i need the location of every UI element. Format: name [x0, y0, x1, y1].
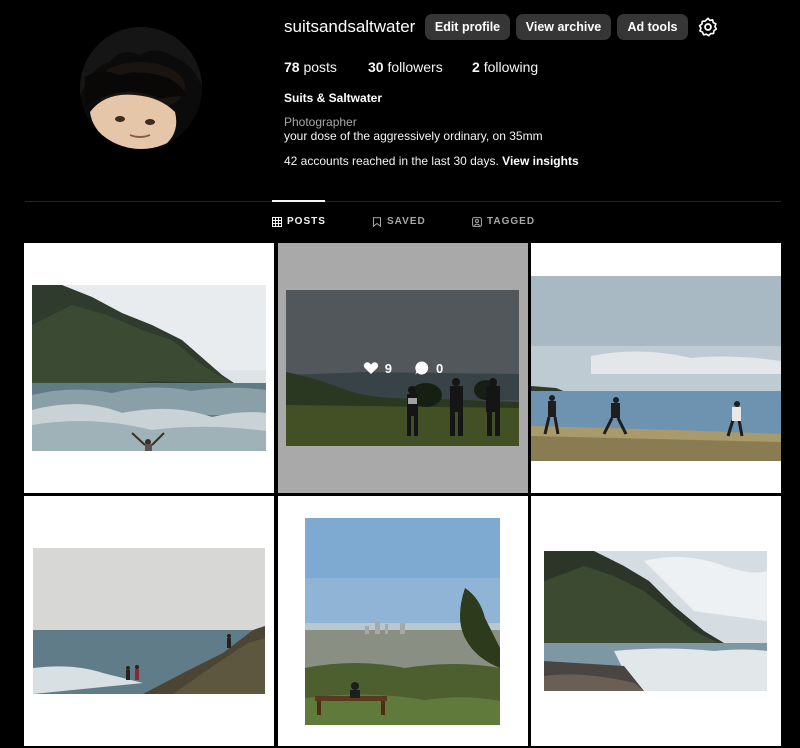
- profile-avatar[interactable]: [80, 27, 202, 149]
- tab-tagged[interactable]: TAGGED: [472, 216, 535, 227]
- posts-count-stat: 78 posts: [284, 59, 337, 75]
- tab-saved-label: SAVED: [387, 216, 426, 227]
- post-tile-hovered[interactable]: 9 0: [278, 243, 528, 493]
- view-archive-button[interactable]: View archive: [516, 14, 611, 40]
- insights-line: 42 accounts reached in the last 30 days.…: [284, 154, 579, 168]
- profile-bio: your dose of the aggressively ordinary, …: [284, 129, 543, 143]
- profile-username: suitsandsaltwater: [284, 17, 416, 36]
- post-tile[interactable]: [531, 496, 781, 746]
- edit-profile-button[interactable]: Edit profile: [425, 14, 510, 40]
- following-count: 2: [472, 59, 480, 75]
- posts-count: 78: [284, 59, 300, 75]
- followers-label: followers: [387, 59, 443, 75]
- view-insights-link[interactable]: View insights: [502, 154, 578, 168]
- tab-tagged-label: TAGGED: [487, 216, 536, 227]
- profile-full-name: Suits & Saltwater: [284, 91, 383, 105]
- ad-tools-button[interactable]: Ad tools: [617, 14, 688, 40]
- post-photo: [531, 276, 781, 461]
- active-tab-indicator: [272, 200, 325, 202]
- grid-icon: [272, 216, 282, 227]
- post-photo: [32, 285, 266, 451]
- tab-saved[interactable]: SAVED: [372, 216, 426, 227]
- tab-posts-label: POSTS: [287, 216, 326, 227]
- post-hover-overlay: 9 0: [278, 243, 528, 493]
- tab-posts[interactable]: POSTS: [272, 216, 326, 227]
- likes-count: 9: [384, 360, 392, 376]
- followers-count: 30: [368, 59, 384, 75]
- comments-count: 0: [436, 360, 444, 376]
- comments-count-item: 0: [414, 360, 443, 376]
- following-stat[interactable]: 2 following: [472, 59, 538, 75]
- post-tile[interactable]: [24, 243, 274, 493]
- insights-text: 42 accounts reached in the last 30 days.: [284, 154, 499, 168]
- likes-count-item: 9: [363, 360, 392, 376]
- following-label: following: [483, 59, 539, 75]
- posts-label: posts: [303, 59, 337, 75]
- avatar-image: [80, 27, 202, 149]
- heart-icon: [363, 362, 378, 374]
- post-photo: [33, 548, 265, 694]
- settings-gear-icon[interactable]: [697, 16, 719, 38]
- tag-person-icon: [472, 216, 482, 227]
- followers-stat[interactable]: 30 followers: [368, 59, 443, 75]
- bookmark-icon: [373, 216, 381, 227]
- tabs-divider: [25, 201, 781, 202]
- post-tile[interactable]: [278, 496, 528, 746]
- post-photo: [544, 551, 767, 691]
- post-tile[interactable]: [531, 243, 781, 493]
- comment-bubble-icon: [415, 361, 429, 375]
- profile-category: Photographer: [284, 115, 357, 129]
- post-photo: [305, 518, 500, 725]
- post-tile[interactable]: [24, 496, 274, 746]
